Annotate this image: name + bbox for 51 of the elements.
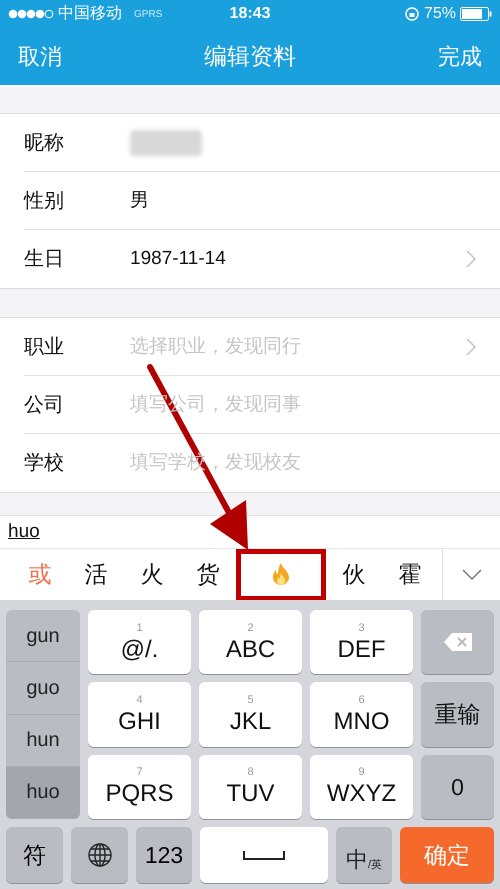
battery-percent: 75% [424, 4, 456, 24]
field-value: 男 [130, 188, 149, 213]
field-value: 1987-11-14 [130, 246, 226, 271]
fire-icon [270, 562, 292, 588]
input-field[interactable]: 选择职业，发现同行 [130, 332, 466, 362]
candidate-item[interactable]: 伙 [326, 548, 382, 600]
keypad-key[interactable]: 6 MNO [310, 682, 413, 747]
battery-icon [460, 7, 492, 21]
space-key[interactable] [200, 827, 328, 883]
globe-key[interactable] [71, 827, 128, 883]
signal-icon [8, 9, 54, 19]
keypad-key[interactable]: 2 ABC [199, 610, 302, 674]
network-type: GPRS [134, 8, 162, 22]
rotation-lock-icon [404, 6, 420, 22]
keypad-key[interactable]: 3 DEF [310, 610, 413, 674]
keypad-key[interactable]: 9 WXYZ [310, 754, 413, 819]
language-key[interactable]: 中/英 [336, 827, 392, 883]
field-label: 职业 [24, 335, 65, 360]
candidate-item[interactable]: 霍 [382, 548, 438, 600]
candidate-item[interactable]: 货 [180, 548, 236, 600]
chevron-down-icon [462, 569, 482, 580]
keypad-key[interactable]: 7 PQRS [88, 754, 191, 819]
pinyin-composition: huo [8, 520, 40, 544]
field-label: 性别 [24, 189, 65, 214]
carrier-name: 中国移动 [58, 4, 122, 24]
backspace-icon [442, 632, 472, 652]
field-label: 生日 [24, 247, 65, 272]
candidate-item[interactable]: 活 [68, 548, 124, 600]
delete-key[interactable] [421, 610, 494, 674]
keypad-key[interactable]: 8 TUV [199, 754, 302, 819]
pinyin-option[interactable]: huo [6, 766, 80, 819]
blurred-nickname [130, 130, 202, 156]
symbols-key[interactable]: 符 [6, 827, 63, 883]
keypad-key[interactable]: 4 GHI [88, 682, 191, 747]
globe-icon [86, 842, 112, 868]
keypad-key[interactable]: 5 JKL [199, 682, 302, 747]
field-label: 昵称 [24, 131, 65, 156]
page-title: 编辑资料 [204, 42, 296, 72]
field-label: 公司 [24, 393, 65, 418]
chevron-right-icon [466, 338, 476, 356]
candidate-item[interactable]: 火 [124, 548, 180, 600]
clock-time: 18:43 [230, 4, 270, 24]
pinyin-option[interactable]: gun [6, 610, 80, 662]
pinyin-option[interactable]: guo [6, 662, 80, 714]
chevron-right-icon [466, 250, 476, 268]
space-icon [243, 850, 285, 860]
keyboard-key[interactable]: 重输 [421, 682, 494, 747]
field-label: 学校 [24, 451, 65, 476]
keypad-key[interactable]: 1 @/. [88, 610, 191, 674]
keyboard-key[interactable]: 0 [421, 754, 494, 819]
numbers-key[interactable]: 123 [136, 827, 192, 883]
